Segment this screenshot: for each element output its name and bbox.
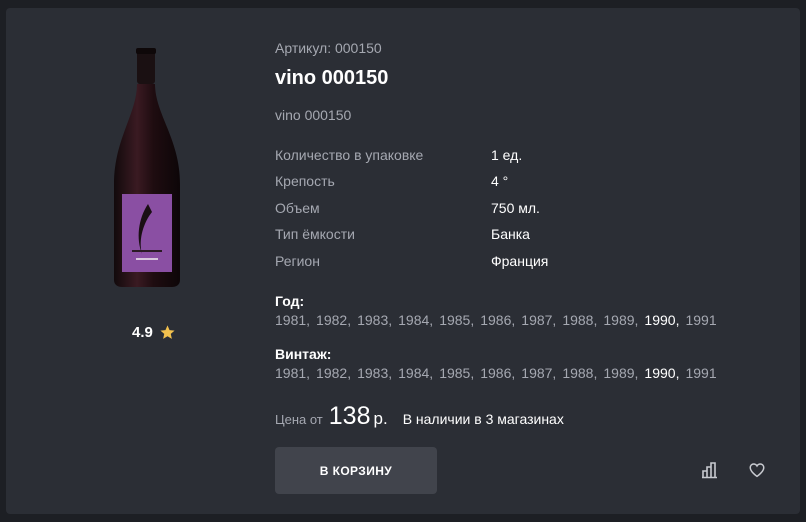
spec-label: Регион — [275, 253, 320, 269]
spec-label: Количество в упаковке — [275, 147, 424, 163]
vintage-option[interactable]: 1982, — [316, 365, 351, 381]
year-option[interactable]: 1990, — [644, 312, 679, 328]
wine-bottle-icon — [114, 48, 180, 287]
star-icon — [160, 325, 175, 339]
year-option[interactable]: 1983, — [357, 312, 392, 328]
vintage-option[interactable]: 1991 — [685, 365, 716, 381]
vintage-option[interactable]: 1981, — [275, 365, 310, 381]
product-image[interactable] — [102, 44, 192, 290]
availability-text[interactable]: В наличии в 3 магазинах — [403, 411, 564, 427]
vintage-option[interactable]: 1983, — [357, 365, 392, 381]
rating-value: 4.9 — [132, 324, 153, 341]
rating: 4.9 — [132, 324, 176, 341]
sku-label: Артикул: 000150 — [275, 40, 382, 56]
vintage-option[interactable]: 1988, — [562, 365, 597, 381]
year-option[interactable]: 1988, — [562, 312, 597, 328]
vintage-heading: Винтаж: — [275, 346, 332, 362]
price-currency: р. — [373, 409, 388, 428]
year-option[interactable]: 1991 — [685, 312, 716, 328]
spec-value: 750 мл. — [491, 200, 540, 216]
compare-button[interactable] — [699, 459, 721, 481]
year-option[interactable]: 1989, — [603, 312, 638, 328]
year-option[interactable]: 1986, — [480, 312, 515, 328]
compare-icon — [702, 462, 717, 479]
spec-value: Банка — [491, 226, 530, 242]
vintage-options: 1981, 1982, 1983, 1984, 1985, 1986, 1987, 1988,… — [275, 365, 723, 381]
spec-value: 1 ед. — [491, 147, 523, 163]
spec-value: 4 ° — [491, 173, 509, 189]
product-title: vino 000150 — [275, 67, 389, 89]
year-option[interactable]: 1985, — [439, 312, 474, 328]
year-option[interactable]: 1987, — [521, 312, 556, 328]
spec-value: Франция — [491, 253, 549, 269]
year-options: 1981, 1982, 1983, 1984, 1985, 1986, 1987, 1988,… — [275, 312, 723, 328]
heart-icon — [749, 463, 765, 478]
product-subtitle: vino 000150 — [275, 107, 352, 123]
product-card: 4.9 Артикул: 000150 vino 000150 vino 000… — [6, 8, 800, 514]
price-value: 138 — [328, 402, 371, 430]
year-option[interactable]: 1984, — [398, 312, 433, 328]
vintage-option[interactable]: 1990, — [644, 365, 679, 381]
year-heading: Год: — [275, 293, 305, 309]
vintage-option[interactable]: 1987, — [521, 365, 556, 381]
add-to-cart-button[interactable]: В КОРЗИНУ — [275, 447, 437, 494]
vintage-option[interactable]: 1989, — [603, 365, 638, 381]
year-option[interactable]: 1982, — [316, 312, 351, 328]
spec-label: Крепость — [275, 173, 335, 189]
price-row: Цена от 138 р. В наличии в 3 магазинах — [275, 402, 564, 431]
vintage-option[interactable]: 1984, — [398, 365, 433, 381]
year-option[interactable]: 1981, — [275, 312, 310, 328]
spec-label: Объем — [275, 200, 320, 216]
vintage-option[interactable]: 1986, — [480, 365, 515, 381]
vintage-option[interactable]: 1985, — [439, 365, 474, 381]
spec-label: Тип ёмкости — [275, 226, 355, 242]
favorite-button[interactable] — [746, 459, 768, 481]
price-prefix: Цена от — [275, 412, 323, 427]
